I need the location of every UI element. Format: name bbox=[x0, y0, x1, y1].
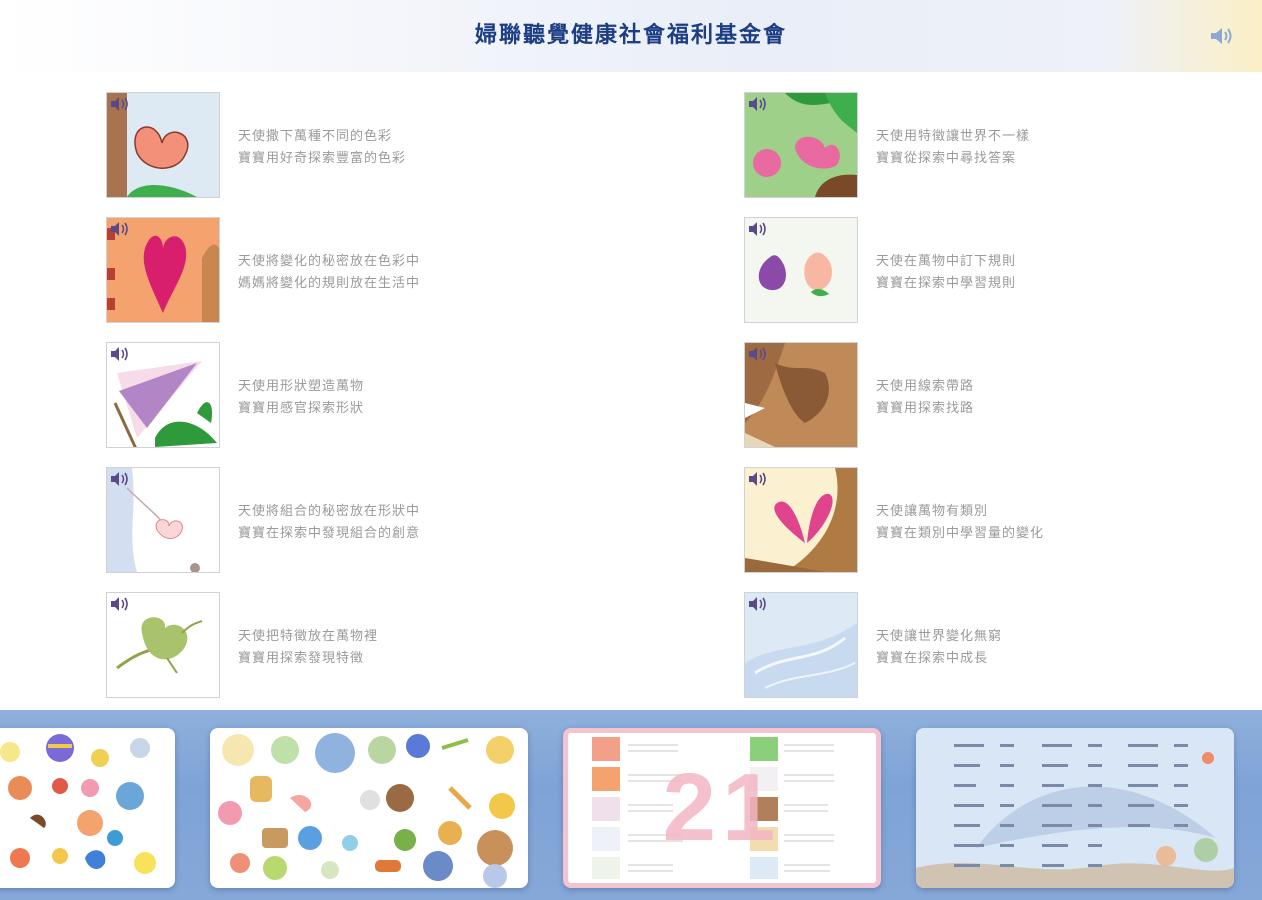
page-thumbnail-current[interactable]: 21 bbox=[563, 728, 881, 888]
story-thumbnail[interactable] bbox=[106, 217, 220, 323]
speaker-icon[interactable] bbox=[109, 595, 131, 613]
speaker-icon[interactable] bbox=[109, 345, 131, 363]
caption-line: 天使讓萬物有類別 bbox=[876, 504, 989, 519]
story-item: 天使用線索帶路 寶寶用探索找路 bbox=[744, 342, 1262, 448]
story-caption: 天使將變化的秘密放在色彩中 媽媽將變化的規則放在生活中 bbox=[238, 251, 618, 295]
story-item: 天使用特徵讓世界不一樣 寶寶從探索中尋找答案 bbox=[744, 92, 1262, 198]
caption-line: 寶寶用探索發現特徵 bbox=[238, 651, 365, 666]
story-thumbnail[interactable] bbox=[106, 92, 220, 198]
caption-line: 寶寶用感官探索形狀 bbox=[238, 401, 365, 416]
story-thumbnail[interactable] bbox=[744, 592, 858, 698]
story-thumbnail[interactable] bbox=[744, 467, 858, 573]
story-item: 天使讓世界變化無窮 寶寶在探索中成長 bbox=[744, 592, 1262, 698]
story-caption: 天使用形狀塑造萬物 寶寶用感官探索形狀 bbox=[238, 376, 618, 420]
page-thumbnail[interactable] bbox=[0, 728, 175, 888]
speaker-icon[interactable] bbox=[109, 470, 131, 488]
caption-line: 天使撒下萬種不同的色彩 bbox=[238, 129, 393, 144]
speaker-icon[interactable] bbox=[747, 220, 769, 238]
caption-line: 寶寶在類別中學習量的變化 bbox=[876, 526, 1045, 541]
page-title: 婦聯聽覺健康社會福利基金會 bbox=[474, 23, 787, 48]
sticker-page-art bbox=[218, 733, 515, 888]
index-page-art bbox=[916, 728, 1234, 888]
story-caption: 天使將組合的秘密放在形狀中 寶寶在探索中發現組合的創意 bbox=[238, 501, 618, 545]
caption-line: 寶寶用探索找路 bbox=[876, 401, 975, 416]
caption-line: 天使用線索帶路 bbox=[876, 379, 975, 394]
caption-line: 天使讓世界變化無窮 bbox=[876, 629, 1003, 644]
story-caption: 天使把特徵放在萬物裡 寶寶用探索發現特徵 bbox=[238, 626, 618, 670]
story-thumbnail[interactable] bbox=[744, 92, 858, 198]
story-thumbnail[interactable] bbox=[744, 217, 858, 323]
caption-line: 天使在萬物中訂下規則 bbox=[876, 254, 1017, 269]
speaker-icon[interactable] bbox=[747, 345, 769, 363]
speaker-icon[interactable] bbox=[747, 595, 769, 613]
story-caption: 天使撒下萬種不同的色彩 寶寶用好奇探索豐富的色彩 bbox=[238, 126, 618, 170]
story-item: 天使將組合的秘密放在形狀中 寶寶在探索中發現組合的創意 bbox=[106, 467, 626, 573]
speaker-icon[interactable] bbox=[1208, 24, 1238, 48]
page-thumbnail[interactable] bbox=[916, 728, 1234, 888]
sticker-page-art bbox=[0, 734, 156, 874]
story-caption: 天使用特徵讓世界不一樣 寶寶從探索中尋找答案 bbox=[876, 126, 1256, 170]
caption-line: 天使把特徵放在萬物裡 bbox=[238, 629, 379, 644]
speaker-icon[interactable] bbox=[109, 95, 131, 113]
speaker-icon[interactable] bbox=[109, 220, 131, 238]
story-item: 天使用形狀塑造萬物 寶寶用感官探索形狀 bbox=[106, 342, 626, 448]
caption-line: 寶寶用好奇探索豐富的色彩 bbox=[238, 151, 407, 166]
caption-line: 天使將變化的秘密放在色彩中 bbox=[238, 254, 421, 269]
story-item: 天使在萬物中訂下規則 寶寶在探索中學習規則 bbox=[744, 217, 1262, 323]
story-caption: 天使在萬物中訂下規則 寶寶在探索中學習規則 bbox=[876, 251, 1256, 295]
story-caption: 天使讓萬物有類別 寶寶在類別中學習量的變化 bbox=[876, 501, 1256, 545]
caption-line: 寶寶在探索中學習規則 bbox=[876, 276, 1017, 291]
story-thumbnail[interactable] bbox=[106, 342, 220, 448]
page-number: 21 bbox=[662, 754, 782, 861]
caption-line: 媽媽將變化的規則放在生活中 bbox=[238, 276, 421, 291]
story-item: 天使讓萬物有類別 寶寶在類別中學習量的變化 bbox=[744, 467, 1262, 573]
story-thumbnail[interactable] bbox=[106, 592, 220, 698]
speaker-icon[interactable] bbox=[747, 95, 769, 113]
caption-line: 天使用形狀塑造萬物 bbox=[238, 379, 365, 394]
story-caption: 天使用線索帶路 寶寶用探索找路 bbox=[876, 376, 1256, 420]
story-item: 天使撒下萬種不同的色彩 寶寶用好奇探索豐富的色彩 bbox=[106, 92, 626, 198]
story-thumbnail[interactable] bbox=[106, 467, 220, 573]
page-thumbnail[interactable] bbox=[210, 728, 528, 888]
caption-line: 天使用特徵讓世界不一樣 bbox=[876, 129, 1031, 144]
caption-line: 天使將組合的秘密放在形狀中 bbox=[238, 504, 421, 519]
story-caption: 天使讓世界變化無窮 寶寶在探索中成長 bbox=[876, 626, 1256, 670]
header-bar: 婦聯聽覺健康社會福利基金會 bbox=[0, 0, 1262, 72]
speaker-icon[interactable] bbox=[747, 470, 769, 488]
caption-line: 寶寶在探索中發現組合的創意 bbox=[238, 526, 421, 541]
story-item: 天使把特徵放在萬物裡 寶寶用探索發現特徵 bbox=[106, 592, 626, 698]
story-thumbnail[interactable] bbox=[744, 342, 858, 448]
caption-line: 寶寶從探索中尋找答案 bbox=[876, 151, 1017, 166]
caption-line: 寶寶在探索中成長 bbox=[876, 651, 989, 666]
story-item: 天使將變化的秘密放在色彩中 媽媽將變化的規則放在生活中 bbox=[106, 217, 626, 323]
